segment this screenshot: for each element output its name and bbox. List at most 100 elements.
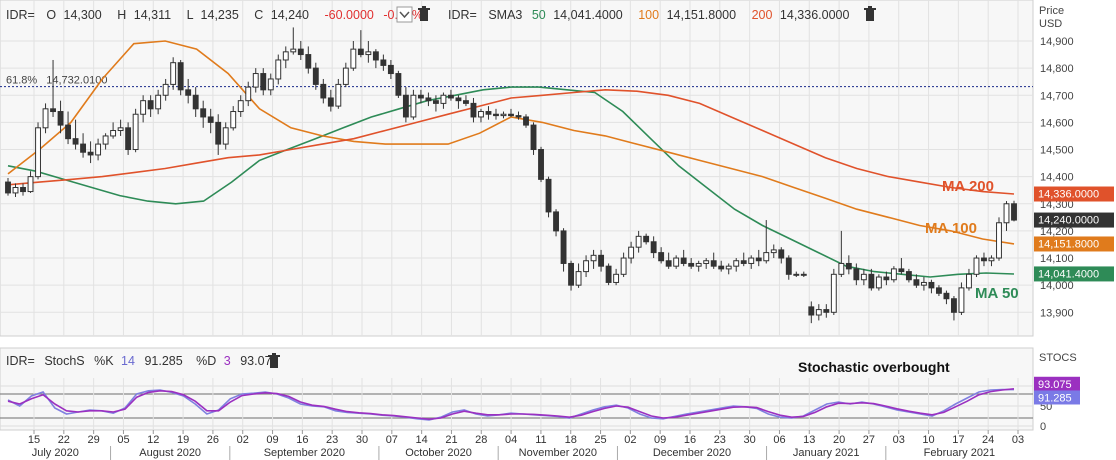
candle-body [102,135,109,145]
candle [538,146,544,183]
month-label: February 2021 [924,447,996,459]
candle-body [448,94,454,99]
price-tick-label: 14,500 [1040,145,1074,157]
candle-body [613,273,620,283]
candle-body [913,279,920,286]
candle-body [725,265,732,270]
candle-body [815,309,822,316]
candle [890,266,897,283]
candle-body [327,97,334,107]
week-tick-label: 29 [88,434,100,446]
close-badge-text: 14,240.0000 [1038,215,1099,227]
candle-body [508,113,514,117]
candle-body [185,89,192,96]
candle-body [770,249,777,254]
candle-body [155,94,162,110]
candle [395,70,402,98]
candle-body [365,51,372,56]
candle-body [207,116,214,123]
candle-body [455,97,462,102]
candle-body [740,260,747,264]
ma200-badge-text: 14,336.0000 [1038,189,1099,201]
candle-body [778,249,785,259]
candle-body [680,257,687,264]
candle [830,268,837,316]
stoch-k-period: 14 [121,354,135,368]
week-tick-label: 16 [296,434,308,446]
candle-body [463,100,469,104]
candle-body [162,83,169,96]
price-tick-label: 14,000 [1040,280,1074,292]
candle [605,263,612,286]
candle-body [763,252,770,262]
candle-body [875,276,882,289]
chart-canvas: IDR= O 14,300 H 14,311 L 14,235 C 14,240… [0,0,1114,460]
stoch-k-label: %K [94,354,114,368]
candle-body [733,260,740,267]
candle [973,255,980,278]
price-tick-label: 14,900 [1040,36,1074,48]
candle-body [478,111,484,118]
candle-body [27,176,34,193]
close-value: 14,240 [271,8,309,22]
month-label: August 2020 [139,447,201,459]
candle-body [470,102,477,118]
candle-body [132,113,139,151]
candle-body [905,271,912,281]
candle-body [598,254,605,267]
header-symbol: IDR= [6,8,35,22]
week-tick-label: 12 [147,434,159,446]
candle-body [260,73,267,91]
sma100-value: 14,151.8000 [667,8,737,22]
candle-body [665,260,672,267]
stoch-k-value: 91.285 [144,354,182,368]
candle-body [853,268,860,281]
low-value: 14,235 [201,8,239,22]
week-tick-label: 06 [773,434,785,446]
candle-body [1003,203,1010,224]
price-tick-label: 14,800 [1040,63,1074,75]
candle-body [920,281,927,286]
candle-body [305,54,312,69]
candle-body [372,51,379,61]
week-tick-label: 28 [475,434,487,446]
candle-body [643,235,650,243]
candle-body [222,127,229,145]
week-tick-label: 30 [356,434,368,446]
candle-body [1011,203,1017,221]
candle-body [658,252,665,262]
candle-body [845,262,852,270]
candle-body [177,62,184,91]
candle-body [800,273,807,276]
stoch-d-badge: 93.075 [1034,376,1080,391]
candle-body [12,186,19,194]
svg-text:IDR= SMA3 50: IDR= SMA3 50 14,041.4000 100 14,151.8000… [448,8,849,22]
candle-body [785,257,792,275]
candle-body [387,64,394,75]
ma200-label: MA 200 [942,178,994,195]
candle-body [200,108,207,118]
candle-body [898,268,905,273]
candle-body [718,265,725,270]
candle-body [748,257,755,264]
candle-body [973,257,980,275]
ma100-badge: 14,151.8000 [1034,236,1114,252]
dropdown-button[interactable] [396,6,413,23]
candle-body [988,257,995,262]
sma-label: SMA3 [488,8,522,22]
month-label: December 2020 [653,447,731,459]
candle-body [87,151,94,156]
stoch-d-period: 3 [224,354,231,368]
price-tick-label: 14,100 [1040,253,1074,265]
week-tick-label: 09 [654,434,666,446]
week-tick-label: 09 [266,434,278,446]
price-tick-label: 14,200 [1040,226,1074,238]
week-tick-label: 23 [714,434,726,446]
candle-body [823,309,830,313]
candle-body [485,111,492,115]
candle-body [575,271,582,286]
candle-body [50,108,56,113]
ma200-badge: 14,336.0000 [1034,186,1114,202]
ma50-label: MA 50 [975,285,1019,302]
candle-body [838,262,845,275]
